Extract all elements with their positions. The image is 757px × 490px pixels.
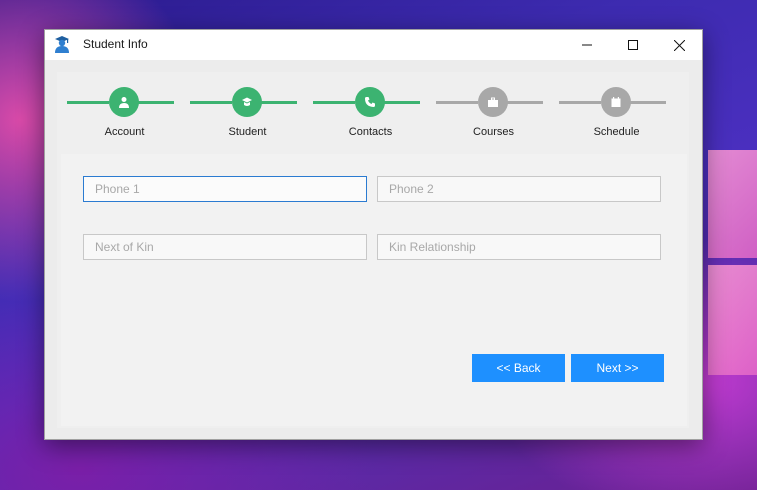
- step-schedule[interactable]: Schedule: [549, 72, 672, 152]
- step-schedule-circle: [601, 87, 631, 117]
- desktop-wallpaper-tile: [708, 150, 757, 258]
- step-contacts[interactable]: Contacts: [303, 72, 426, 152]
- progress-stepper: Account Student Contacts Courses Schedul…: [57, 72, 689, 152]
- title-bar[interactable]: Student Info: [45, 30, 702, 60]
- close-icon: [673, 39, 685, 51]
- step-connector: [559, 101, 601, 104]
- student-app-icon: [53, 35, 71, 53]
- phone-icon: [365, 97, 375, 107]
- desktop-wallpaper-tile: [708, 265, 757, 375]
- step-label: Courses: [473, 126, 514, 138]
- maximize-icon: [628, 40, 638, 50]
- phone2-input[interactable]: [377, 176, 661, 202]
- step-account-circle: [109, 87, 139, 117]
- step-connector: [67, 101, 109, 104]
- student-info-window: Student Info Account Student Contacts Co…: [44, 29, 703, 440]
- step-student-circle: [232, 87, 262, 117]
- kin-relationship-input[interactable]: [377, 234, 661, 260]
- step-courses-circle: [478, 87, 508, 117]
- back-button[interactable]: << Back: [472, 354, 565, 382]
- wizard-panel: Account Student Contacts Courses Schedul…: [57, 72, 689, 428]
- step-connector: [313, 101, 355, 104]
- step-label: Student: [228, 126, 267, 138]
- form-area: << Back Next >>: [61, 154, 687, 426]
- calendar-icon: [611, 97, 621, 107]
- step-student[interactable]: Student: [180, 72, 303, 152]
- window-title: Student Info: [83, 37, 148, 51]
- step-label: Account: [104, 126, 145, 138]
- phone1-input[interactable]: [83, 176, 367, 202]
- minimize-button[interactable]: [564, 30, 610, 60]
- maximize-button[interactable]: [610, 30, 656, 60]
- next-of-kin-input[interactable]: [83, 234, 367, 260]
- minimize-icon: [582, 44, 592, 46]
- step-label: Schedule: [593, 126, 640, 138]
- close-button[interactable]: [656, 30, 702, 60]
- step-connector: [436, 101, 478, 104]
- user-icon: [119, 97, 129, 108]
- step-account[interactable]: Account: [57, 72, 180, 152]
- step-label: Contacts: [348, 126, 393, 138]
- next-button[interactable]: Next >>: [571, 354, 664, 382]
- step-courses[interactable]: Courses: [426, 72, 549, 152]
- graduation-cap-icon: [242, 97, 252, 106]
- step-connector: [190, 101, 232, 104]
- step-contacts-circle: [355, 87, 385, 117]
- briefcase-icon: [488, 97, 498, 107]
